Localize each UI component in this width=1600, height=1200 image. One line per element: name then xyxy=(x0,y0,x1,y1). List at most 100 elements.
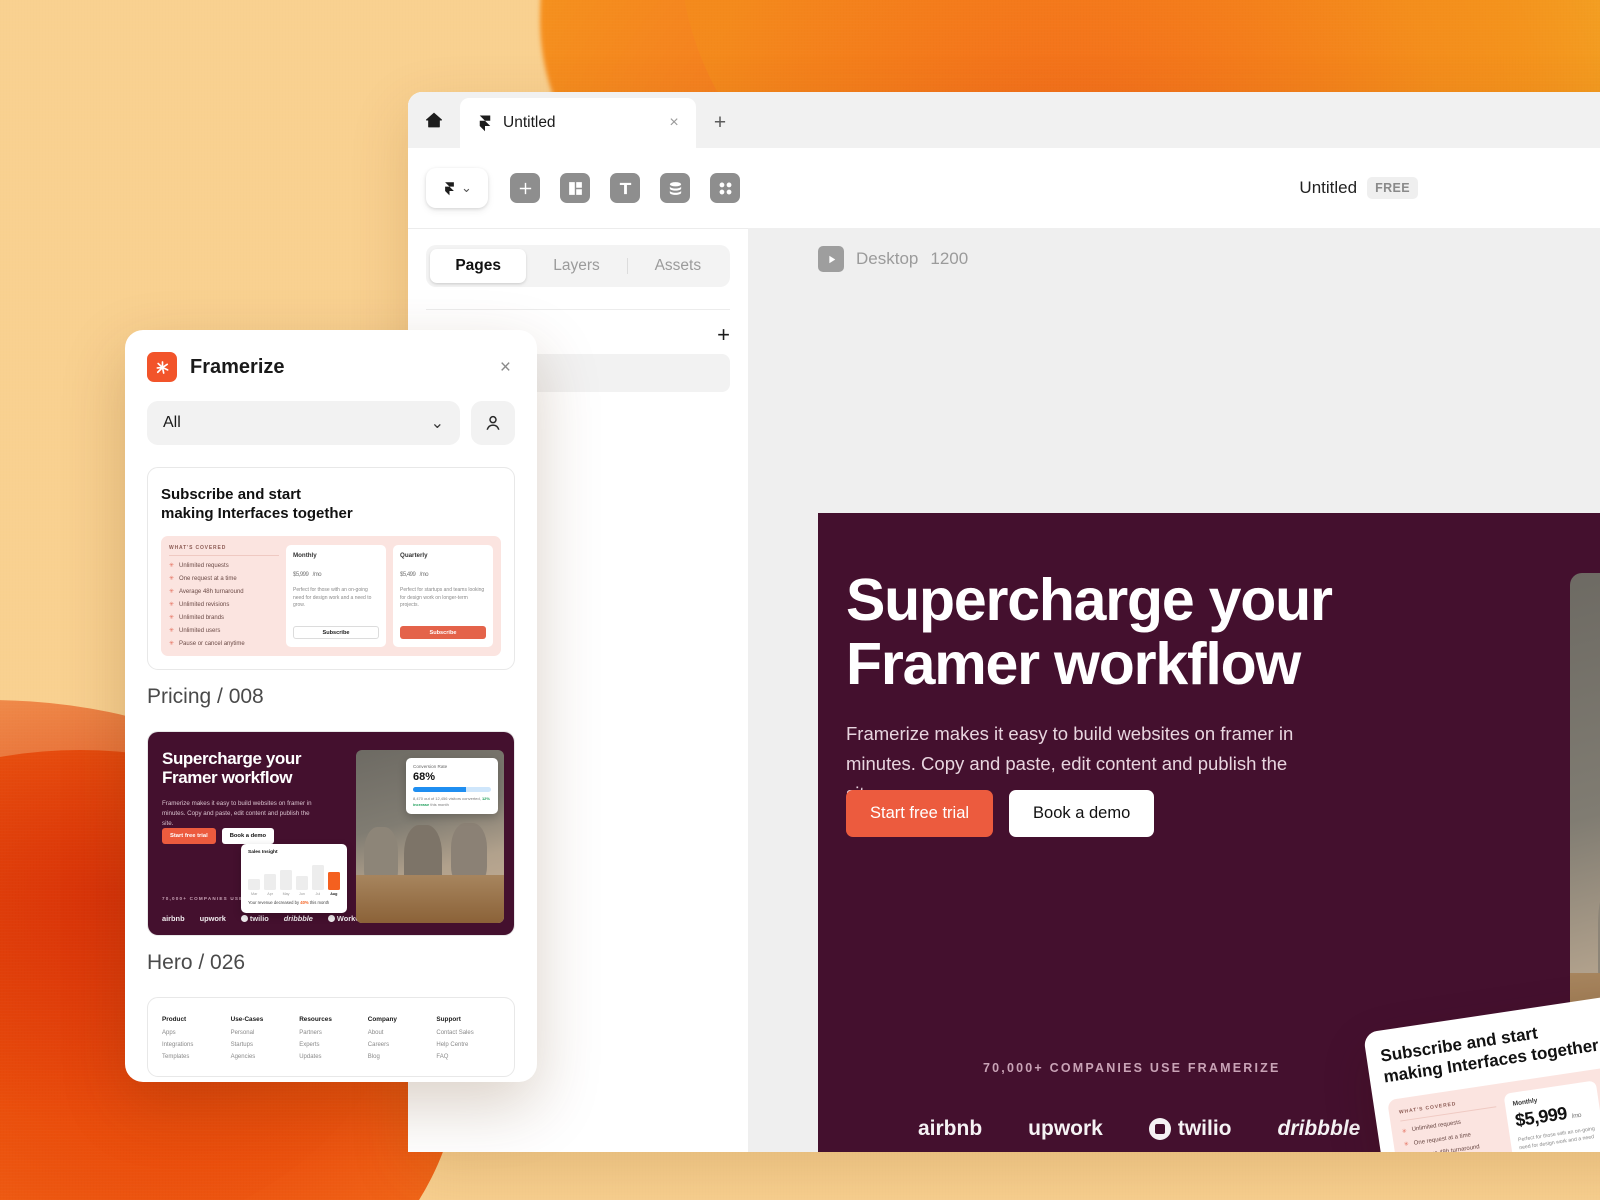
pricing-body: WHAT'S COVERED ✳ Unlimited requests ✳ One … xyxy=(161,536,501,657)
book-a-demo-button[interactable]: Book a demo xyxy=(221,828,275,845)
start-free-trial-button[interactable]: Start free trial xyxy=(162,828,216,845)
category-filter-select[interactable]: All ⌄ xyxy=(147,401,460,445)
footer-link[interactable]: Experts xyxy=(299,1042,363,1048)
cms-tool[interactable] xyxy=(660,173,690,203)
template-card-pricing[interactable]: Subscribe and start making Interfaces to… xyxy=(147,467,515,671)
star-icon: ✳ xyxy=(169,615,175,622)
plugin-title: Framerize xyxy=(190,355,285,378)
hero-cta-group: Start free trial Book a demo xyxy=(162,828,275,845)
framer-logo-icon xyxy=(445,181,454,195)
editor-toolbar: ⌄ Untitled FREE xyxy=(408,148,1600,228)
start-free-trial-button[interactable]: Start free trial xyxy=(846,790,994,837)
footer-link[interactable]: Templates xyxy=(162,1054,226,1060)
framer-menu-button[interactable]: ⌄ xyxy=(426,168,488,208)
sales-bar-chart xyxy=(248,860,341,891)
pricing-preview: Subscribe and start making Interfaces to… xyxy=(148,468,514,669)
footer-column: Company About Careers Blog xyxy=(368,1016,432,1066)
feature-item: ✳ Unlimited brands xyxy=(169,614,225,622)
footer-link[interactable]: Apps xyxy=(162,1030,226,1036)
star-icon: ✳ xyxy=(1401,1128,1408,1136)
browser-tab[interactable]: Untitled × xyxy=(460,98,696,148)
panel-tab-group: Pages Layers Assets xyxy=(426,245,730,287)
frame-label[interactable]: Desktop 1200 xyxy=(818,246,968,272)
account-button[interactable] xyxy=(471,401,515,445)
preview-button[interactable] xyxy=(818,246,844,272)
template-card-hero[interactable]: Supercharge your Framer workflow Frameri… xyxy=(147,731,515,937)
browser-tab-bar: Untitled × + xyxy=(408,92,1600,148)
layout-tool[interactable] xyxy=(560,173,590,203)
footer-link[interactable]: Personal xyxy=(231,1030,295,1036)
template-card-footer[interactable]: Product Apps Integrations Templates Use-… xyxy=(147,997,515,1078)
hero-headline: Supercharge your Framer workflow xyxy=(162,749,302,788)
feature-item: ✳ Pause or cancel anytime xyxy=(169,640,245,648)
plan-price: $5,999 /mo xyxy=(293,572,322,579)
x-tick: Jun xyxy=(299,892,305,897)
footer-link[interactable]: Careers xyxy=(368,1042,432,1048)
footer-link[interactable]: Partners xyxy=(299,1030,363,1036)
tab-title: Untitled xyxy=(503,114,556,131)
tab-divider xyxy=(626,258,628,274)
plan-monthly: Monthly $5,999 /mo Perfect for those wit… xyxy=(286,545,386,648)
footer-column: Support Contact Sales Help Centre FAQ xyxy=(436,1016,500,1066)
star-icon: ✳ xyxy=(169,589,175,596)
document-meta: Untitled FREE xyxy=(1299,177,1600,199)
logo-airbnb: airbnb xyxy=(162,914,185,924)
x-tick: Jul xyxy=(315,892,321,897)
hero-logo-row: airbnb upwork twilio dribbble WorkOS xyxy=(162,914,366,923)
footer-link[interactable]: Agencies xyxy=(231,1054,295,1060)
footer-link[interactable]: Help Centre xyxy=(436,1042,500,1048)
footer-link[interactable]: Updates xyxy=(299,1054,363,1060)
subscribe-button[interactable]: Subscribe xyxy=(293,626,379,640)
photo-person-2 xyxy=(404,825,442,898)
plus-icon xyxy=(519,182,531,194)
footer-link[interactable]: Integrations xyxy=(162,1042,226,1048)
logo-twilio: twilio xyxy=(1148,1117,1232,1141)
components-icon xyxy=(719,182,731,194)
logo-upwork: upwork xyxy=(199,914,226,924)
chevron-down-icon: ⌄ xyxy=(461,180,472,196)
footer-link[interactable]: Blog xyxy=(368,1054,432,1060)
text-tool[interactable] xyxy=(610,173,640,203)
book-a-demo-button[interactable]: Book a demo xyxy=(1009,790,1155,837)
close-icon[interactable]: × xyxy=(496,354,515,381)
logo-airbnb: airbnb xyxy=(918,1117,983,1140)
dragged-features: WHAT'S COVERED ✳ Unlimited requests ✳ One … xyxy=(1398,1095,1515,1152)
close-icon[interactable]: × xyxy=(664,113,684,133)
tab-layers[interactable]: Layers xyxy=(528,249,624,283)
footer-link[interactable]: Contact Sales xyxy=(436,1030,500,1036)
footer-column: Use-Cases Personal Startups Agencies xyxy=(231,1016,295,1066)
star-icon: ✳ xyxy=(169,641,175,648)
design-canvas[interactable]: Desktop 1200 Supercharge your Framer wor… xyxy=(748,228,1600,1152)
insert-tool[interactable] xyxy=(510,173,540,203)
new-tab-button[interactable]: + xyxy=(696,98,744,148)
plugin-template-list[interactable]: Subscribe and start making Interfaces to… xyxy=(125,445,537,1082)
sales-insight-note: Your revenue decreased by 40% this month xyxy=(248,900,330,906)
tab-assets[interactable]: Assets xyxy=(630,249,726,283)
x-tick: May xyxy=(282,892,290,897)
star-icon: ✳ xyxy=(169,576,175,583)
footer-link[interactable]: About xyxy=(368,1030,432,1036)
sales-insight-card: Sales Insight Mar Apr May Jun Jul Aug Yo… xyxy=(241,844,347,914)
footer-column: Resources Partners Experts Updates xyxy=(299,1016,363,1066)
hero-subheadline: Framerize makes it easy to build website… xyxy=(162,800,312,828)
footer-link[interactable]: Startups xyxy=(231,1042,295,1048)
plan-monthly: Monthly $5,999 /mo Perfect for those wit… xyxy=(1503,1080,1600,1152)
conversion-rate-card: Conversion Rate 68% 8,470 out of 12,456 … xyxy=(406,758,498,814)
home-button[interactable] xyxy=(408,92,460,148)
plan-desc: Perfect for startups and teams looking f… xyxy=(400,587,485,609)
feature-item: ✳ One request at a time xyxy=(169,575,237,583)
footer-heading: Support xyxy=(436,1016,461,1024)
hero-cta-group: Start free trial Book a demo xyxy=(846,790,1155,837)
filter-value: All xyxy=(163,414,181,431)
editor-body: Pages Layers Assets + Desktop 1200 Super… xyxy=(408,228,1600,1152)
footer-link[interactable]: FAQ xyxy=(436,1054,500,1060)
conversion-progress-bar xyxy=(413,787,491,793)
tab-pages[interactable]: Pages xyxy=(430,249,527,283)
footer-heading: Product xyxy=(162,1016,187,1024)
components-tool[interactable] xyxy=(710,173,740,203)
plan-price: $5,499 /mo xyxy=(400,572,429,579)
hero-headline: Supercharge your Framer workflow xyxy=(846,567,1333,698)
x-tick: Aug xyxy=(330,892,338,897)
subscribe-button[interactable]: Subscribe xyxy=(400,626,486,640)
template-caption: Pricing / 008 xyxy=(147,685,264,709)
